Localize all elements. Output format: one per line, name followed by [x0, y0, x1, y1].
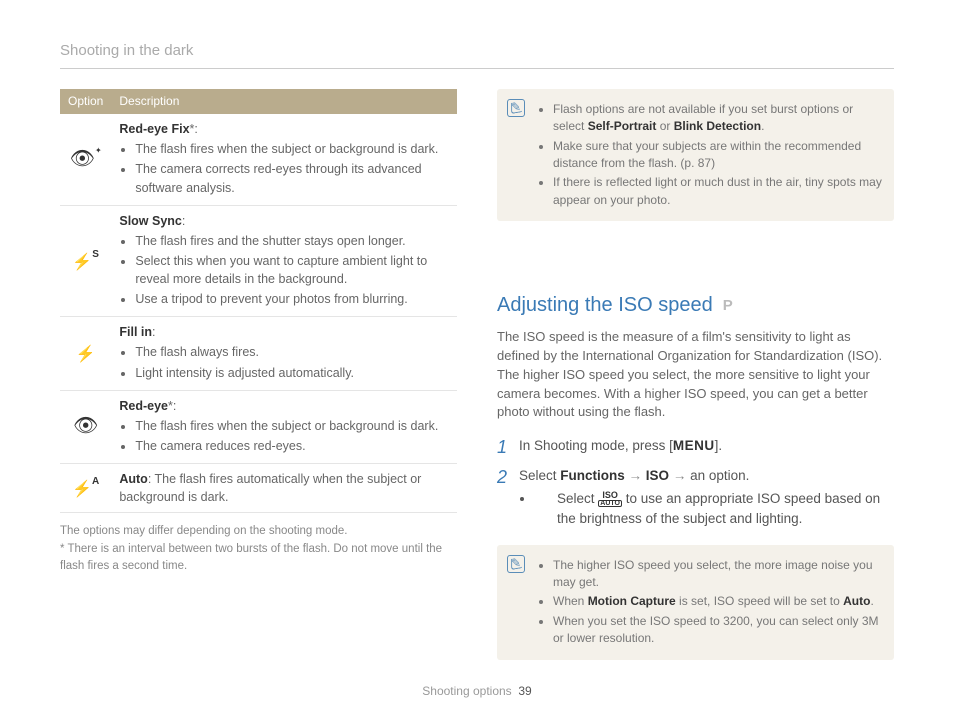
step-item: 2 Select Functions → ISO → an option. Se… [497, 466, 894, 529]
iso-auto-icon: ISOAUTO [598, 492, 622, 507]
text: . [761, 119, 764, 133]
text: Select [519, 468, 560, 483]
option-bullet: The flash fires when the subject or back… [135, 140, 449, 158]
steps-list: 1 In Shooting mode, press [MENU]. 2 Sele… [497, 436, 894, 528]
option-bullet: Use a tripod to prevent your photos from… [135, 290, 449, 308]
info-bullet: Flash options are not available if you s… [553, 101, 882, 136]
footnote-line: * There is an interval between two burst… [60, 541, 457, 576]
col-option-header: Option [60, 89, 111, 114]
option-bullet: Light intensity is adjusted automaticall… [135, 364, 449, 382]
step-item: 1 In Shooting mode, press [MENU]. [497, 436, 894, 456]
auto-flash-icon: ⚡A [72, 481, 99, 498]
text: In Shooting mode, press [ [519, 438, 673, 453]
strong-text: ISO [646, 468, 669, 483]
footnote-block: The options may differ depending on the … [60, 523, 457, 575]
info-bullet: Make sure that your subjects are within … [553, 138, 882, 173]
step-number: 1 [497, 434, 507, 460]
text: Select [557, 491, 598, 506]
text: an option. [690, 468, 749, 483]
info-bullet: When Motion Capture is set, ISO speed wi… [553, 593, 882, 610]
option-title: Red-eye Fix [119, 122, 189, 136]
note-icon: ✎ [507, 555, 525, 573]
info-bullet: The higher ISO speed you select, the mor… [553, 557, 882, 592]
page-header: Shooting in the dark [60, 40, 894, 69]
heading-text: Adjusting the ISO speed [497, 291, 713, 320]
text: When [553, 594, 588, 608]
option-title: Auto [119, 472, 147, 486]
table-row: 👁 Red-eye*: The flash fires when the sub… [60, 390, 457, 463]
option-bullet: The flash fires when the subject or back… [135, 417, 449, 435]
option-bullet: The flash fires and the shutter stays op… [135, 232, 449, 250]
fill-in-icon: ⚡ [76, 346, 96, 363]
arrow-icon: → [625, 468, 646, 483]
left-column: Option Description 👁✦ Red-eye Fix*: The … [60, 89, 457, 678]
option-title: Fill in [119, 325, 152, 339]
info-box-iso-notes: ✎ The higher ISO speed you select, the m… [497, 545, 894, 660]
right-column: ✎ Flash options are not available if you… [497, 89, 894, 678]
option-bullet: The camera reduces red-eyes. [135, 437, 449, 455]
colon: : [152, 325, 155, 339]
strong-text: Motion Capture [588, 594, 676, 608]
text: or [656, 119, 673, 133]
mode-badge: P [723, 295, 733, 317]
section-heading-iso: Adjusting the ISO speed P [497, 291, 894, 320]
footer-section: Shooting options [422, 684, 511, 698]
col-description-header: Description [111, 89, 457, 114]
flash-options-table: Option Description 👁✦ Red-eye Fix*: The … [60, 89, 457, 514]
text: is set, ISO speed will be set to [676, 594, 843, 608]
strong-text: Auto [843, 594, 870, 608]
red-eye-fix-icon: 👁✦ [70, 148, 102, 170]
table-row: ⚡S Slow Sync: The flash fires and the sh… [60, 205, 457, 317]
strong-text: Blink Detection [674, 119, 761, 133]
option-bullet: Select this when you want to capture amb… [135, 252, 449, 288]
page-footer: Shooting options 39 [0, 683, 954, 700]
table-row: ⚡A Auto: The flash fires automatically w… [60, 464, 457, 513]
option-title: Slow Sync [119, 214, 182, 228]
option-bullet: The camera corrects red-eyes through its… [135, 160, 449, 196]
footnote-line: The options may differ depending on the … [60, 523, 457, 540]
option-bullet: The flash always fires. [135, 343, 449, 361]
slow-sync-icon: ⚡S [72, 254, 99, 271]
table-row: 👁✦ Red-eye Fix*: The flash fires when th… [60, 114, 457, 205]
table-row: ⚡ Fill in: The flash always fires. Light… [60, 317, 457, 390]
section-intro: The ISO speed is the measure of a film's… [497, 328, 894, 422]
icon-bottom-text: AUTO [598, 500, 622, 508]
colon: : [182, 214, 185, 228]
note-icon: ✎ [507, 99, 525, 117]
text: ]. [715, 438, 723, 453]
strong-text: Functions [560, 468, 625, 483]
red-eye-icon: 👁 [73, 415, 98, 437]
page-number: 39 [518, 684, 531, 698]
colon: : [173, 399, 176, 413]
colon: : [194, 122, 197, 136]
info-bullet: When you set the ISO speed to 3200, you … [553, 613, 882, 648]
arrow-icon: → [669, 468, 690, 483]
text: . [870, 594, 873, 608]
option-inline-text: : The flash fires automatically when the… [119, 472, 421, 504]
step-number: 2 [497, 464, 507, 490]
step-sub-bullet: Select ISOAUTO to use an appropriate ISO… [535, 489, 894, 528]
icon-top-text: ISO [598, 492, 622, 499]
info-box-flash-notes: ✎ Flash options are not available if you… [497, 89, 894, 221]
strong-text: Self-Portrait [588, 119, 657, 133]
option-title: Red-eye [119, 399, 168, 413]
menu-button-label: MENU [673, 438, 715, 453]
info-bullet: If there is reflected light or much dust… [553, 174, 882, 209]
